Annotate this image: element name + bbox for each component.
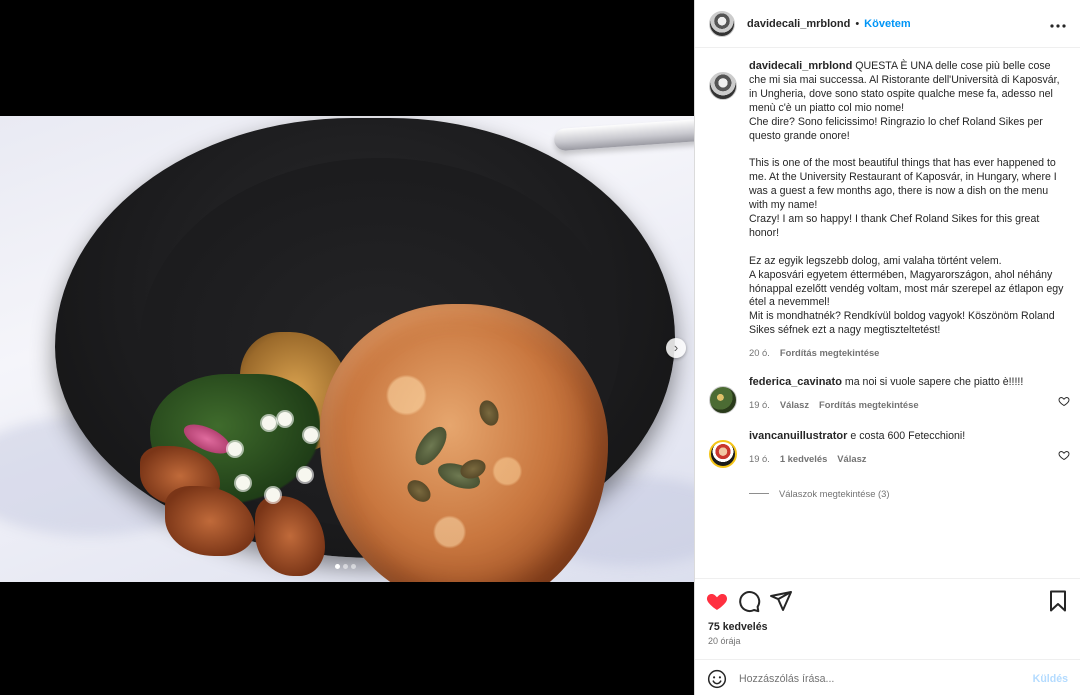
comment-body: ma noi si vuole sapere che piatto è!!!!! — [844, 376, 1024, 389]
comment-composer: Küldés — [695, 659, 1080, 695]
white-flower — [262, 416, 276, 430]
post-header: davidecali_mrblond • Követem — [695, 0, 1080, 48]
comment-meta: 19 ó. Válasz Fordítás megtekintése — [749, 398, 1066, 412]
caption-author-avatar[interactable] — [709, 72, 737, 100]
reply-link[interactable]: Válasz — [837, 452, 866, 466]
view-replies-toggle[interactable]: Válaszok megtekintése (3) — [749, 488, 1080, 499]
likes-count[interactable]: 75 kedvelés — [695, 615, 1080, 633]
white-flower — [236, 476, 250, 490]
post-caption: davidecali_mrblond QUESTA È UNA delle co… — [695, 48, 1080, 360]
action-icons — [695, 579, 1080, 615]
post-side-panel: davidecali_mrblond • Követem davidecali_… — [694, 0, 1080, 695]
author-username[interactable]: davidecali_mrblond — [747, 18, 850, 30]
commenter-avatar[interactable] — [709, 386, 737, 415]
more-options-icon[interactable] — [1050, 19, 1066, 29]
comment-username[interactable]: ivancanuillustrator — [749, 430, 847, 442]
white-flower — [278, 412, 292, 426]
cutlery — [553, 118, 694, 152]
commenter-avatar[interactable] — [709, 440, 737, 469]
sunflower-seed — [403, 475, 435, 507]
post-photo — [0, 116, 694, 582]
comment-item: federica_cavinato ma noi si vuole sapere… — [695, 374, 1080, 415]
comment-time[interactable]: 19 ó. — [749, 452, 770, 466]
caption-translate-link[interactable]: Fordítás megtekintése — [780, 346, 880, 360]
translate-link[interactable]: Fordítás megtekintése — [819, 398, 919, 412]
carousel-next-button[interactable]: › — [666, 338, 686, 358]
comment-username[interactable]: federica_cavinato — [749, 376, 842, 388]
filo-pie — [320, 304, 608, 582]
reply-link[interactable]: Válasz — [780, 398, 809, 412]
view-replies-label[interactable]: Válaszok megtekintése (3) — [779, 488, 889, 499]
carousel-dot — [343, 564, 348, 569]
carousel-dots — [335, 564, 356, 569]
caption-username[interactable]: davidecali_mrblond — [749, 60, 852, 72]
author-avatar[interactable] — [709, 10, 735, 37]
bookmark-icon[interactable] — [1046, 589, 1070, 613]
carousel-dot — [351, 564, 356, 569]
comment-item: ivancanuillustrator e costa 600 Fetecchi… — [695, 428, 1080, 469]
comment-text: ivancanuillustrator e costa 600 Fetecchi… — [749, 430, 1066, 444]
replies-line — [749, 493, 769, 495]
carousel-dot-active — [335, 564, 340, 569]
white-flower — [298, 468, 312, 482]
header-separator: • — [855, 17, 860, 30]
caption-text: davidecali_mrblond QUESTA È UNA delle co… — [749, 60, 1066, 338]
white-flower — [304, 428, 318, 442]
comment-like-icon[interactable] — [1058, 449, 1070, 461]
comment-time[interactable]: 19 ó. — [749, 398, 770, 412]
comment-likes-count[interactable]: 1 kedvelés — [780, 452, 827, 466]
caption-meta: 20 ó. Fordítás megtekintése — [749, 346, 1066, 360]
caption-body: QUESTA È UNA delle cose più belle cose c… — [749, 60, 1064, 337]
post-timestamp[interactable]: 20 órája — [695, 633, 1080, 646]
comments-scroll-area[interactable]: davidecali_mrblond QUESTA È UNA delle co… — [695, 48, 1080, 578]
comment-input[interactable] — [739, 672, 1033, 685]
smile-icon[interactable] — [707, 669, 727, 689]
send-comment-button[interactable]: Küldés — [1033, 673, 1068, 685]
comment-body: e costa 600 Fetecchioni! — [850, 430, 966, 443]
sunflower-seed — [476, 397, 502, 429]
post-actions: 75 kedvelés 20 órája Küldés — [695, 578, 1080, 695]
follow-button[interactable]: Követem — [864, 18, 910, 30]
comment-icon[interactable] — [737, 589, 761, 613]
caption-time[interactable]: 20 ó. — [749, 346, 770, 360]
white-flower — [266, 488, 280, 502]
comment-text: federica_cavinato ma noi si vuole sapere… — [749, 376, 1066, 390]
media-viewer: › — [0, 0, 694, 695]
heart-icon-filled[interactable] — [705, 589, 729, 613]
comment-like-icon[interactable] — [1058, 395, 1070, 407]
send-icon[interactable] — [769, 589, 793, 613]
comment-meta: 19 ó. 1 kedvelés Válasz — [749, 452, 1066, 466]
white-flower — [228, 442, 242, 456]
